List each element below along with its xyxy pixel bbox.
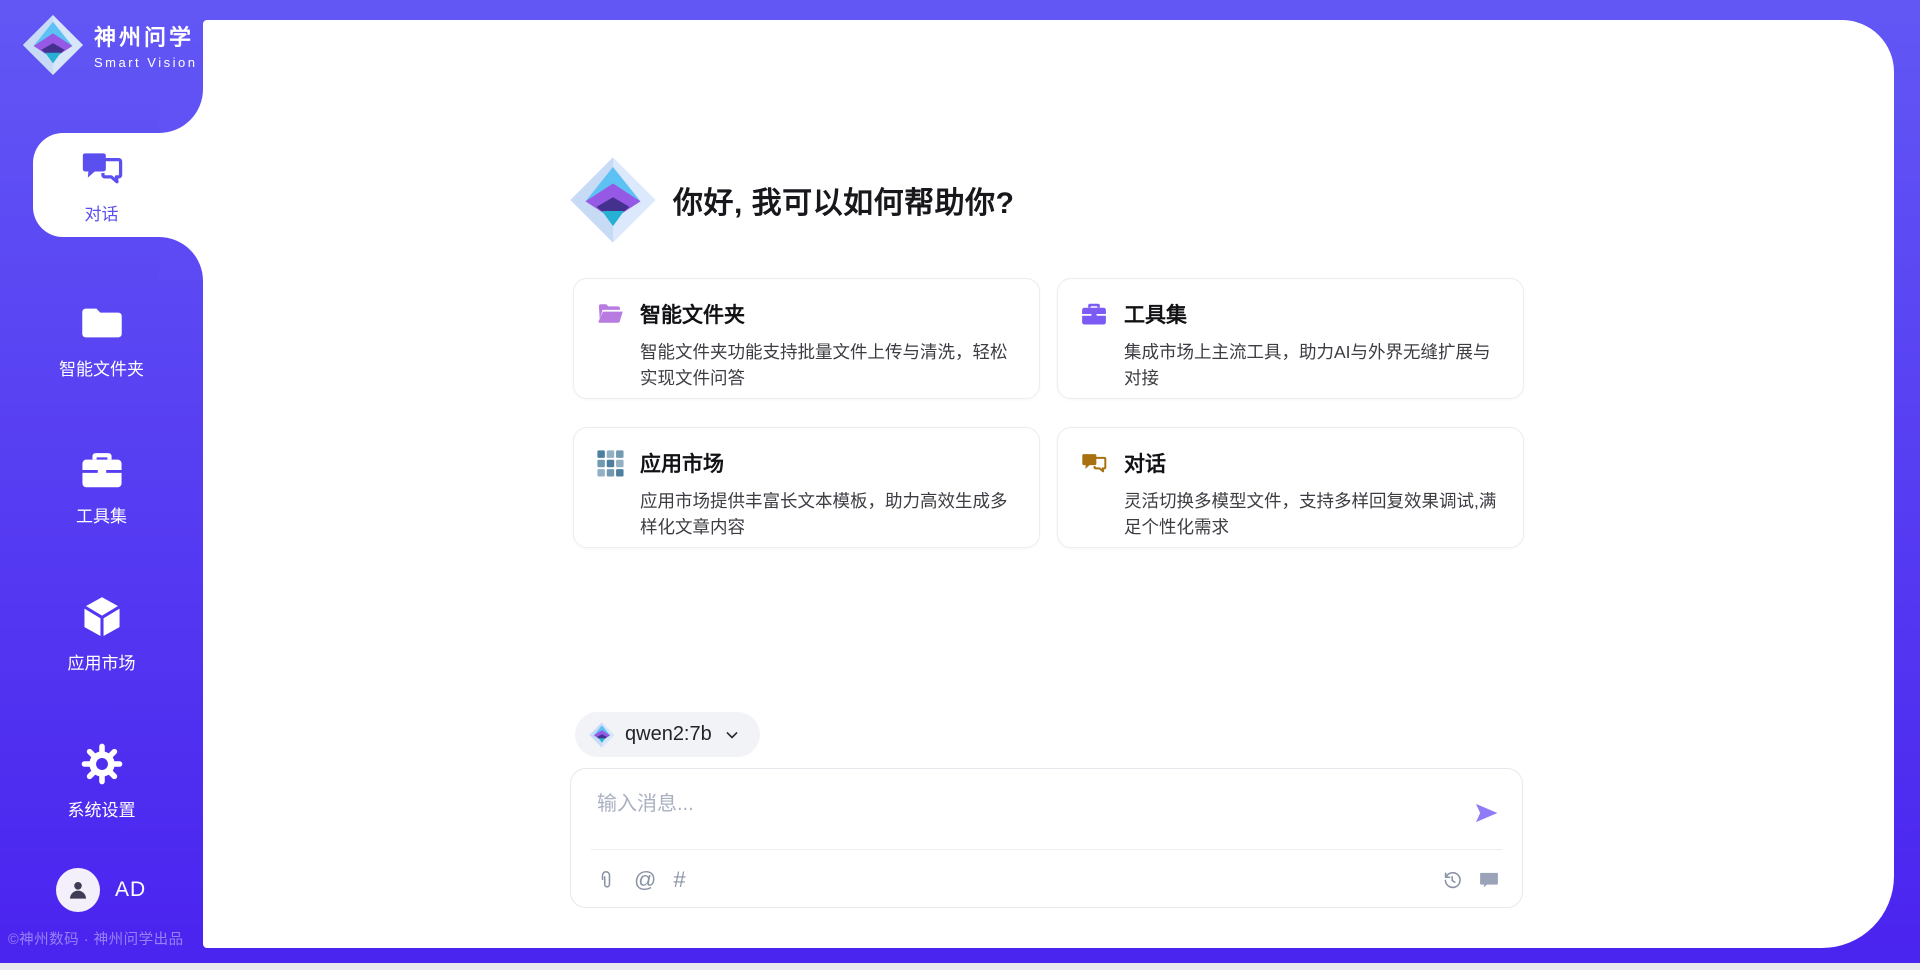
greeting-text: 你好, 我可以如何帮助你? bbox=[673, 178, 1015, 222]
app-market-cube-icon bbox=[79, 594, 125, 640]
brand-logo-block[interactable]: 神州问学 Smart Vision bbox=[22, 14, 197, 76]
sidebar-item-label: 工具集 bbox=[76, 502, 127, 527]
sidebar-footer-text: ©神州数码 · 神州问学出品 bbox=[8, 928, 184, 949]
attachment-icon[interactable] bbox=[595, 869, 617, 891]
composer-toolbar-left: @ # bbox=[595, 869, 686, 891]
card-toolset[interactable]: 工具集 集成市场上主流工具，助力AI与外界无缝扩展与对接 bbox=[1057, 278, 1524, 399]
page-bottom-edge bbox=[0, 963, 1920, 970]
send-icon bbox=[1472, 799, 1500, 827]
composer-divider bbox=[591, 849, 1502, 850]
card-chat[interactable]: 对话 灵活切换多模型文件，支持多样回复效果调试,满足个性化需求 bbox=[1057, 427, 1524, 548]
sidebar-item-toolset[interactable]: 工具集 bbox=[0, 435, 203, 539]
sidebar-item-label: 智能文件夹 bbox=[59, 355, 144, 380]
card-description: 灵活切换多模型文件，支持多样回复效果调试,满足个性化需求 bbox=[1124, 488, 1501, 541]
tab-bottom-fillet bbox=[159, 237, 203, 281]
settings-gear-icon bbox=[79, 741, 125, 787]
card-description: 智能文件夹功能支持批量文件上传与清洗，轻松实现文件问答 bbox=[640, 339, 1017, 392]
sidebar-item-smart-folder[interactable]: 智能文件夹 bbox=[0, 288, 203, 392]
message-icon[interactable] bbox=[1478, 869, 1500, 891]
model-selector[interactable]: qwen2:7b bbox=[575, 712, 760, 757]
sidebar-item-chat[interactable]: 对话 bbox=[0, 133, 203, 237]
card-description: 应用市场提供丰富长文本模板，助力高效生成多样化文章内容 bbox=[640, 488, 1017, 541]
sidebar-item-label: 应用市场 bbox=[68, 649, 136, 674]
brand-diamond-icon bbox=[22, 14, 84, 76]
chevron-down-icon bbox=[722, 725, 742, 745]
app-background: 神州问学 Smart Vision 对话 智能文件夹 bbox=[0, 0, 1920, 970]
user-name: AD bbox=[115, 878, 146, 902]
card-title: 对话 bbox=[1124, 448, 1166, 478]
send-button[interactable] bbox=[1472, 799, 1500, 827]
user-avatar-icon bbox=[56, 868, 100, 912]
history-icon[interactable] bbox=[1441, 869, 1463, 891]
card-title: 工具集 bbox=[1124, 299, 1187, 329]
sidebar-item-settings[interactable]: 系统设置 bbox=[0, 729, 203, 833]
card-description: 集成市场上主流工具，助力AI与外界无缝扩展与对接 bbox=[1124, 339, 1501, 392]
card-title: 应用市场 bbox=[640, 448, 724, 478]
chat-icon bbox=[1080, 449, 1108, 477]
chat-icon bbox=[79, 145, 125, 191]
brand-diamond-icon bbox=[569, 156, 657, 244]
card-smart-folder[interactable]: 智能文件夹 智能文件夹功能支持批量文件上传与清洗，轻松实现文件问答 bbox=[573, 278, 1040, 399]
folder-icon bbox=[79, 300, 125, 346]
hashtag-icon[interactable]: # bbox=[673, 869, 685, 891]
open-folder-icon bbox=[596, 300, 624, 328]
sidebar-item-app-market[interactable]: 应用市场 bbox=[0, 582, 203, 686]
toolbox-icon bbox=[1080, 300, 1108, 328]
composer-toolbar-right bbox=[1441, 869, 1500, 891]
card-app-market[interactable]: 应用市场 应用市场提供丰富长文本模板，助力高效生成多样化文章内容 bbox=[573, 427, 1040, 548]
message-input[interactable] bbox=[595, 785, 1439, 843]
main-panel: 你好, 我可以如何帮助你? 智能文件夹 智能文件夹功能支持批量文件上传与清洗，轻… bbox=[203, 20, 1894, 948]
toolbox-icon bbox=[79, 447, 125, 493]
greeting-block: 你好, 我可以如何帮助你? bbox=[569, 156, 1015, 244]
sidebar-item-label: 系统设置 bbox=[68, 796, 136, 821]
brand-name: 神州问学 bbox=[94, 20, 197, 52]
model-name: qwen2:7b bbox=[625, 723, 712, 746]
brand-subtitle: Smart Vision bbox=[94, 55, 197, 70]
mention-icon[interactable]: @ bbox=[634, 869, 656, 891]
sidebar-item-label: 对话 bbox=[85, 200, 119, 225]
feature-cards: 智能文件夹 智能文件夹功能支持批量文件上传与清洗，轻松实现文件问答 工具集 bbox=[573, 278, 1525, 548]
brand-diamond-icon bbox=[589, 722, 615, 748]
message-composer: @ # bbox=[570, 768, 1523, 908]
card-title: 智能文件夹 bbox=[640, 299, 745, 329]
user-account[interactable]: AD bbox=[56, 868, 146, 912]
tab-top-fillet bbox=[159, 89, 203, 133]
app-grid-icon bbox=[596, 449, 624, 477]
